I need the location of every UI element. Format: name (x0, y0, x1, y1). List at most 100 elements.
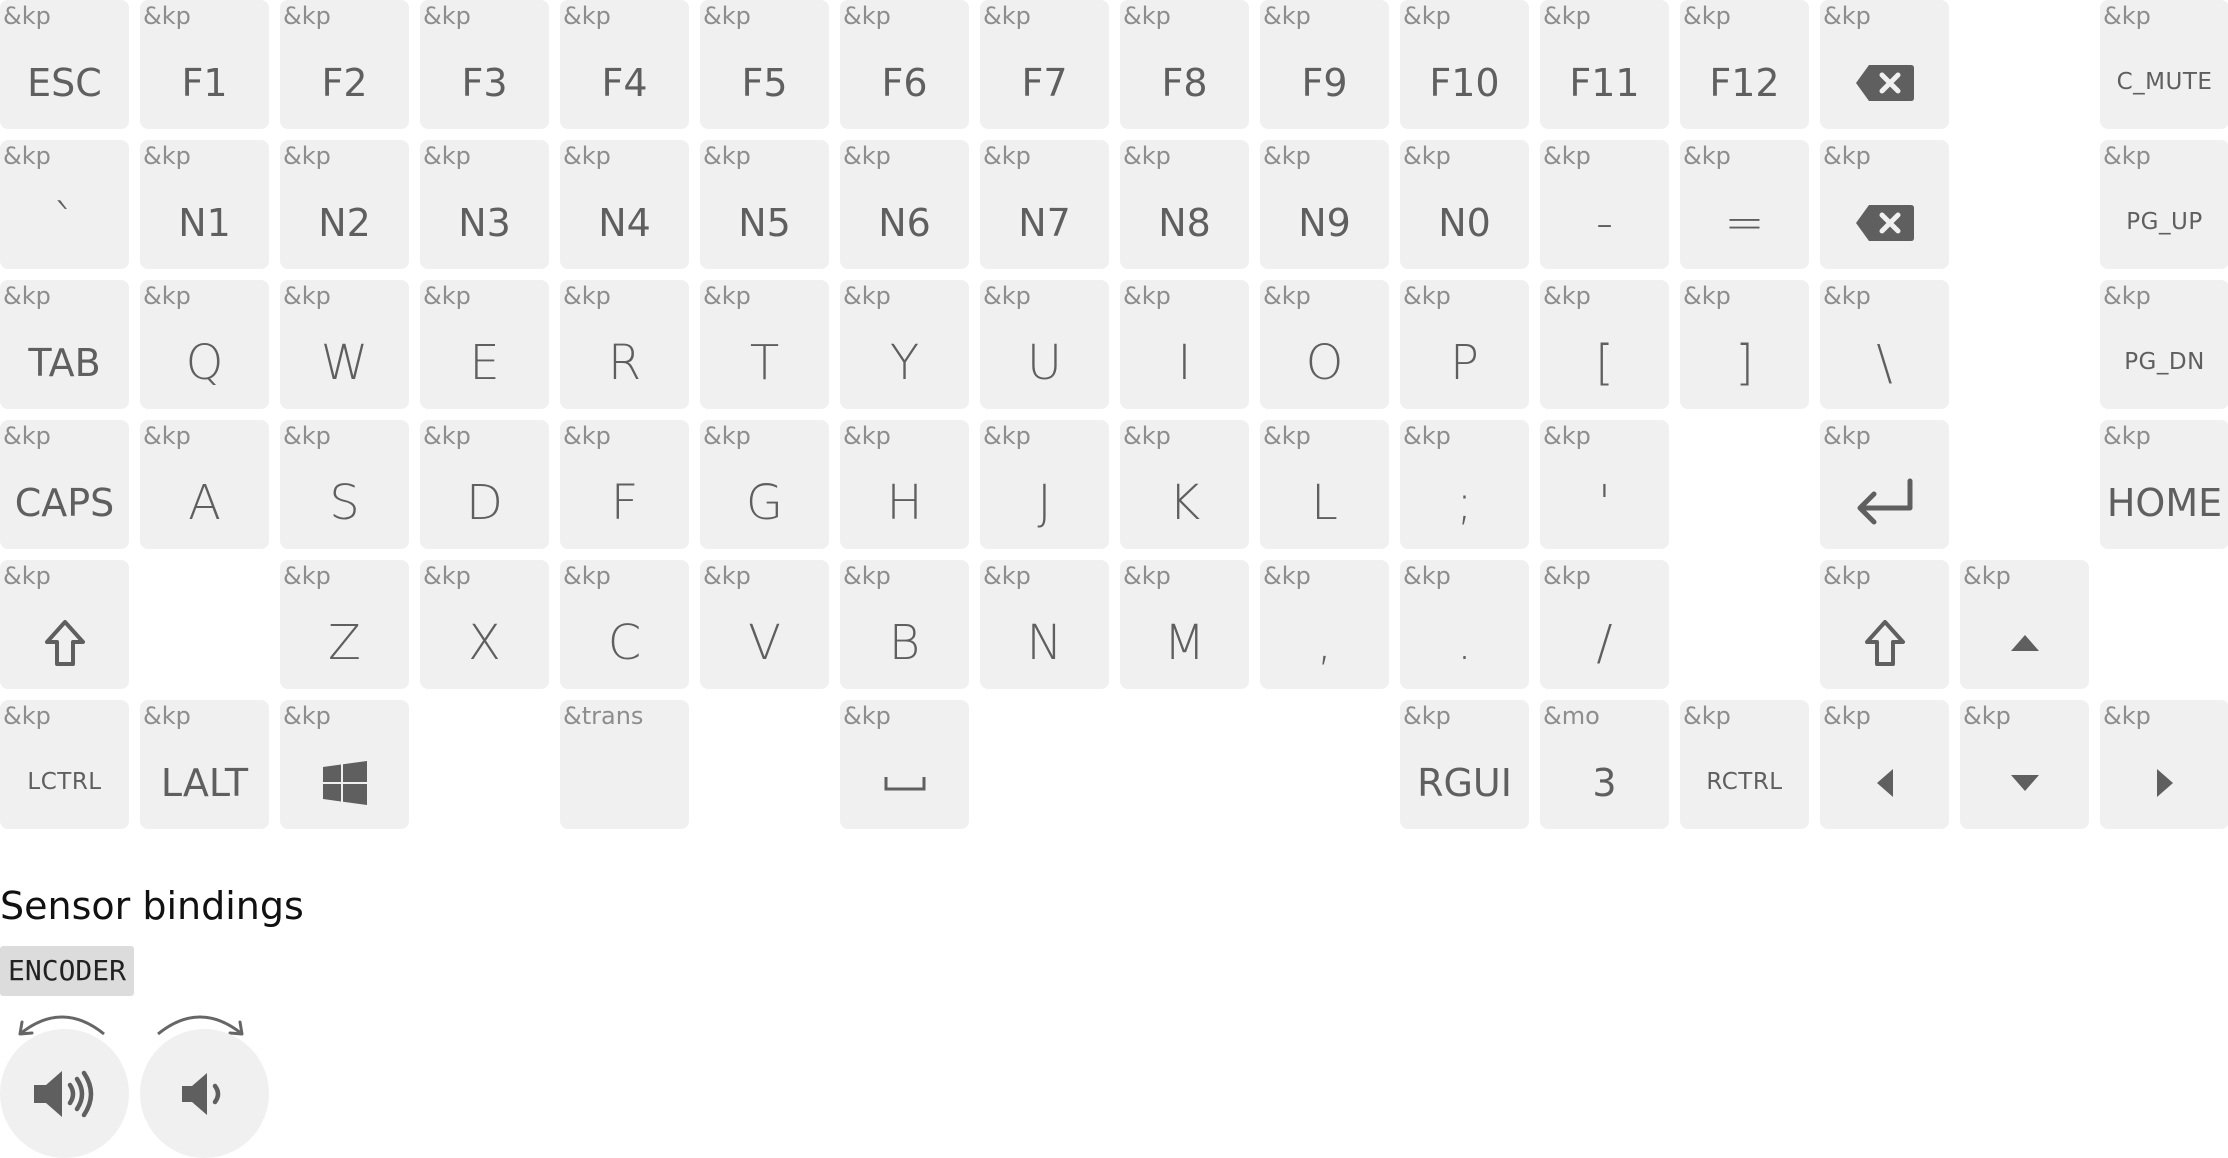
key-4-6-n[interactable]: &kp N (980, 560, 1109, 689)
key-2-2-w[interactable]: &kp W (280, 280, 409, 409)
key-0-11-f11[interactable]: &kp F11 (1540, 0, 1669, 129)
key-behavior: &kp (1823, 142, 1871, 170)
key-1-14-pg_up[interactable]: &kp PG_UP (2100, 140, 2228, 269)
key-2-3-e[interactable]: &kp E (420, 280, 549, 409)
key-2-11-symbol[interactable]: &kp[ (1540, 280, 1669, 409)
key-0-7-f7[interactable]: &kp F7 (980, 0, 1109, 129)
key-5-9-arrowdown[interactable]: &kp (1960, 700, 2089, 829)
key-5-4-space[interactable]: &kp (840, 700, 969, 829)
key-1-6-n6[interactable]: &kp N6 (840, 140, 969, 269)
key-1-12-symbol[interactable]: &kp = (1680, 140, 1809, 269)
key-label: T (749, 334, 780, 391)
key-0-3-f3[interactable]: &kp F3 (420, 0, 549, 129)
key-5-8-arrowleft[interactable]: &kp (1820, 700, 1949, 829)
key-4-9-symbol[interactable]: &kp. (1400, 560, 1529, 689)
key-1-2-n2[interactable]: &kp N2 (280, 140, 409, 269)
key-behavior: &kp (3, 2, 51, 30)
key-2-6-y[interactable]: &kp Y (840, 280, 969, 409)
key-1-1-n1[interactable]: &kp N1 (140, 140, 269, 269)
key-2-8-i[interactable]: &kp I (1120, 280, 1249, 409)
key-3-13-home[interactable]: &kp HOME (2100, 420, 2228, 549)
key-1-4-n4[interactable]: &kp N4 (560, 140, 689, 269)
key-2-9-o[interactable]: &kp O (1260, 280, 1389, 409)
key-4-5-b[interactable]: &kp B (840, 560, 969, 689)
key-behavior: &kp (1263, 142, 1311, 170)
key-0-0-esc[interactable]: &kp ESC (0, 0, 129, 129)
key-0-13-delete[interactable]: &kp (1820, 0, 1949, 129)
key-1-13-backspace[interactable]: &kp (1820, 140, 1949, 269)
key-4-0-shift[interactable]: &kp (0, 560, 129, 689)
key-4-8-symbol[interactable]: &kp, (1260, 560, 1389, 689)
key-3-11-symbol[interactable]: &kp ' (1540, 420, 1669, 549)
key-label: Z (328, 614, 361, 671)
key-2-4-r[interactable]: &kp R (560, 280, 689, 409)
key-5-10-arrowright[interactable]: &kp (2100, 700, 2228, 829)
key-3-10-symbol[interactable]: &kp; (1400, 420, 1529, 549)
key-0-4-f4[interactable]: &kp F4 (560, 0, 689, 129)
key-0-9-f9[interactable]: &kp F9 (1260, 0, 1389, 129)
key-3-1-a[interactable]: &kp A (140, 420, 269, 549)
key-behavior: &kp (843, 702, 891, 730)
key-3-3-d[interactable]: &kp D (420, 420, 549, 549)
key-3-2-s[interactable]: &kp S (280, 420, 409, 549)
key-0-5-f5[interactable]: &kp F5 (700, 0, 829, 129)
key-0-14-c_mute[interactable]: &kp C_MUTE (2100, 0, 2228, 129)
key-0-8-f8[interactable]: &kp F8 (1120, 0, 1249, 129)
key-4-3-c[interactable]: &kp C (560, 560, 689, 689)
key-3-9-l[interactable]: &kp L (1260, 420, 1389, 549)
key-2-5-t[interactable]: &kp T (700, 280, 829, 409)
key-5-5-rgui[interactable]: &kp RGUI (1400, 700, 1529, 829)
encoder-cw-binding[interactable] (140, 1029, 269, 1158)
key-5-6-3[interactable]: &mo 3 (1540, 700, 1669, 829)
key-2-7-u[interactable]: &kp U (980, 280, 1109, 409)
key-3-12-enter[interactable]: &kp (1820, 420, 1949, 549)
key-4-12-arrowup[interactable]: &kp (1960, 560, 2089, 689)
key-0-12-f12[interactable]: &kp F12 (1680, 0, 1809, 129)
key-2-13-symbol[interactable]: &kp \ (1820, 280, 1949, 409)
key-1-8-n8[interactable]: &kp N8 (1120, 140, 1249, 269)
key-5-2-windows[interactable]: &kp (280, 700, 409, 829)
key-1-11-symbol[interactable]: &kp - (1540, 140, 1669, 269)
key-4-10-symbol[interactable]: &kp / (1540, 560, 1669, 689)
key-2-0-tab[interactable]: &kp TAB (0, 280, 129, 409)
key-0-10-f10[interactable]: &kp F10 (1400, 0, 1529, 129)
key-3-5-g[interactable]: &kp G (700, 420, 829, 549)
key-1-0-symbol[interactable]: &kp ` (0, 140, 129, 269)
key-4-7-m[interactable]: &kp M (1120, 560, 1249, 689)
key-2-12-symbol[interactable]: &kp] (1680, 280, 1809, 409)
key-behavior: &kp (1543, 422, 1591, 450)
key-2-10-p[interactable]: &kp P (1400, 280, 1529, 409)
key-label: I (1177, 334, 1192, 391)
key-label: S (329, 474, 360, 531)
key-0-2-f2[interactable]: &kp F2 (280, 0, 409, 129)
key-1-3-n3[interactable]: &kp N3 (420, 140, 549, 269)
key-4-4-v[interactable]: &kp V (700, 560, 829, 689)
encoder-ccw-binding[interactable] (0, 1029, 129, 1158)
key-3-7-j[interactable]: &kp J (980, 420, 1109, 549)
key-label: N3 (458, 200, 511, 245)
key-5-0-lctrl[interactable]: &kp LCTRL (0, 700, 129, 829)
key-1-10-n0[interactable]: &kp N0 (1400, 140, 1529, 269)
key-1-9-n9[interactable]: &kp N9 (1260, 140, 1389, 269)
key-1-5-n5[interactable]: &kp N5 (700, 140, 829, 269)
key-4-11-shift[interactable]: &kp (1820, 560, 1949, 689)
key-4-2-x[interactable]: &kp X (420, 560, 549, 689)
key-3-4-f[interactable]: &kp F (560, 420, 689, 549)
key-behavior: &kp (1683, 2, 1731, 30)
key-4-1-z[interactable]: &kp Z (280, 560, 409, 689)
key-behavior: &kp (563, 142, 611, 170)
key-behavior: &kp (2103, 142, 2151, 170)
key-1-7-n7[interactable]: &kp N7 (980, 140, 1109, 269)
key-0-6-f6[interactable]: &kp F6 (840, 0, 969, 129)
sensor-bindings-title: Sensor bindings (0, 884, 304, 928)
key-5-7-rctrl[interactable]: &kp RCTRL (1680, 700, 1809, 829)
key-3-8-k[interactable]: &kp K (1120, 420, 1249, 549)
key-3-0-caps[interactable]: &kp CAPS (0, 420, 129, 549)
key-0-1-f1[interactable]: &kp F1 (140, 0, 269, 129)
key-5-3-blank[interactable]: &trans (560, 700, 689, 829)
key-5-1-lalt[interactable]: &kp LALT (140, 700, 269, 829)
key-2-14-pg_dn[interactable]: &kp PG_DN (2100, 280, 2228, 409)
key-3-6-h[interactable]: &kp H (840, 420, 969, 549)
key-2-1-q[interactable]: &kp Q (140, 280, 269, 409)
key-label: F (610, 474, 639, 531)
